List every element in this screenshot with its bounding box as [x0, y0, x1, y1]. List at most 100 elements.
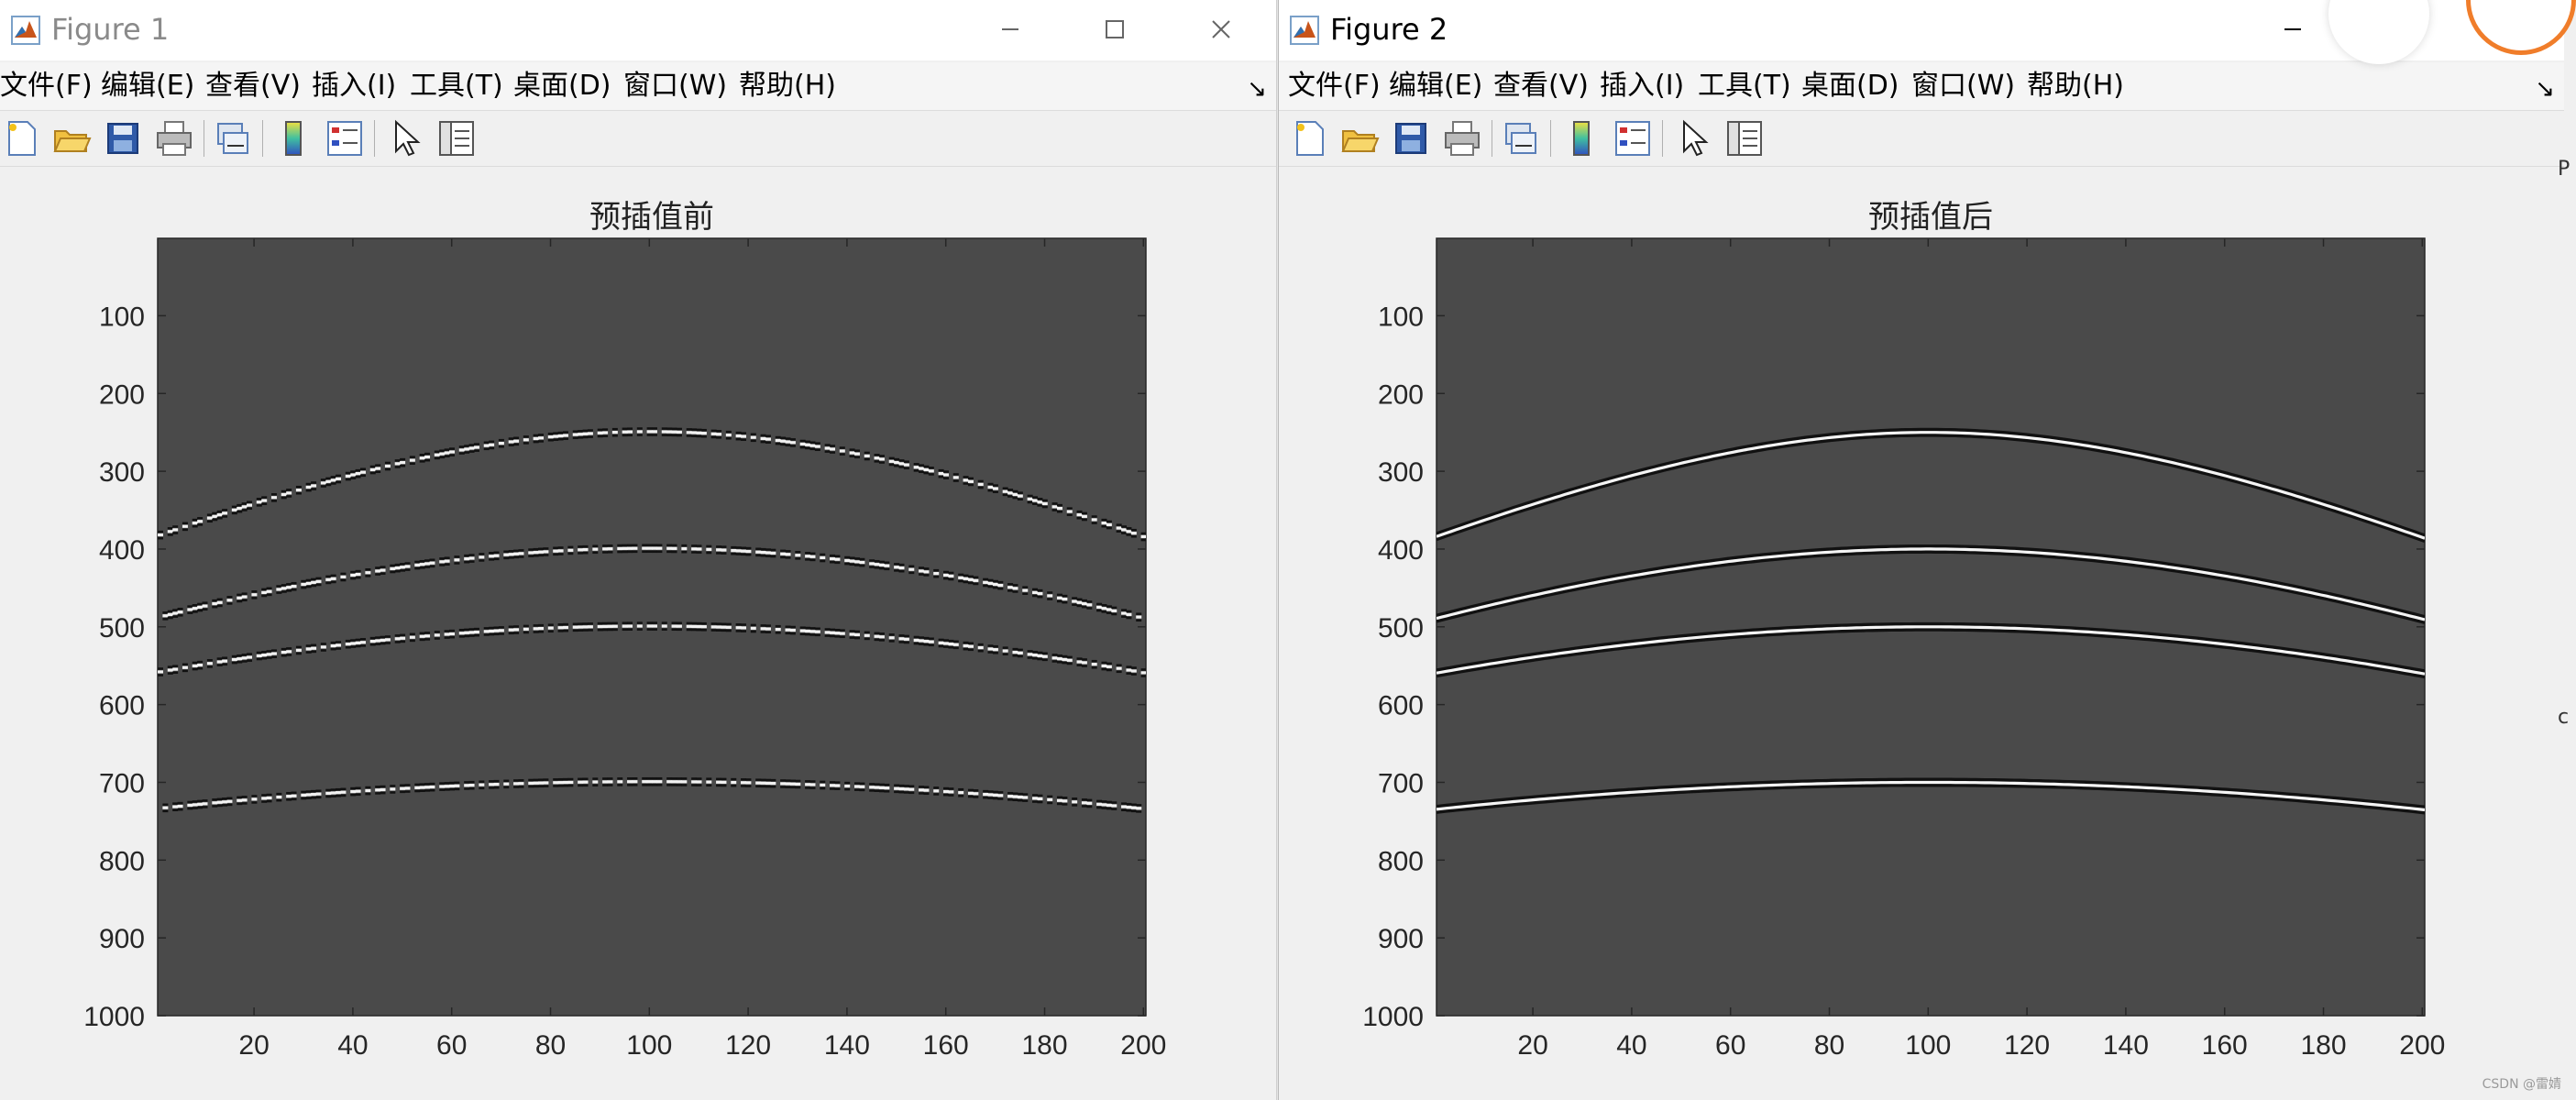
trace-sample-trough: [923, 792, 930, 796]
menu-edit[interactable]: 编辑(E): [101, 70, 194, 103]
trace-sample-trough: [538, 623, 545, 627]
trace-sample-trough: [439, 557, 446, 560]
trace-sample-trough: [671, 622, 677, 624]
trace-sample-trough: [340, 578, 347, 582]
trace-sample-peak: [369, 639, 376, 644]
titlebar[interactable]: Figure 1: [0, 0, 1276, 60]
trace-sample-peak: [286, 491, 292, 495]
trace-sample-peak: [1017, 795, 1023, 799]
minimize-button[interactable]: [983, 6, 1038, 53]
plot-title: 预插值前: [589, 199, 714, 236]
trace-sample-peak: [789, 441, 796, 445]
property-inspector-button[interactable]: [436, 118, 477, 159]
trace-sample-trough: [468, 554, 475, 556]
menu-insert[interactable]: 插入(I): [1600, 70, 1684, 103]
trace-sample-trough: [400, 790, 406, 794]
trace-sample-peak: [557, 549, 564, 553]
menu-view[interactable]: 查看(V): [205, 70, 301, 103]
link-plot-button[interactable]: [213, 118, 253, 159]
seismic-image-plot[interactable]: 预插值后20 40 60 80 100 120 140 160 180 2001002003004…: [1279, 167, 2564, 1100]
trace-sample-peak: [741, 434, 747, 438]
trace-sample-peak: [325, 791, 332, 795]
menu-tools[interactable]: 工具(T): [410, 70, 503, 103]
trace-sample-peak: [202, 604, 208, 608]
link-plot-button[interactable]: [1501, 118, 1541, 159]
trace-sample-peak: [834, 557, 841, 561]
menu-tools[interactable]: 工具(T): [1698, 70, 1791, 103]
trace-sample-trough: [226, 596, 233, 599]
save-button[interactable]: [1391, 118, 1431, 159]
trace-sample-trough: [350, 477, 357, 479]
menu-help[interactable]: 帮助(H): [2027, 70, 2124, 103]
trace-sample-trough: [805, 446, 811, 450]
save-disk-icon: [1395, 123, 1426, 154]
trace-sample-trough: [578, 545, 584, 548]
dock-arrow-icon[interactable]: ↘: [1247, 75, 1267, 103]
trace-sample-trough: [919, 786, 925, 788]
trace-sample-peak: [513, 439, 520, 443]
menu-desktop[interactable]: 桌面(D): [513, 70, 611, 103]
minimize-button[interactable]: [2265, 6, 2320, 53]
insert-colorbar-button[interactable]: [1561, 118, 1602, 159]
trace-sample-trough: [424, 783, 431, 786]
trace-sample-peak: [849, 451, 855, 455]
arrow-cursor-icon: [395, 119, 421, 157]
trace-sample-peak: [1002, 490, 1008, 493]
menu-window[interactable]: 窗口(W): [1911, 70, 2015, 103]
edit-plot-button[interactable]: [1673, 118, 1713, 159]
trace-sample-trough: [696, 628, 702, 632]
new-figure-button[interactable]: [1290, 118, 1330, 159]
menu-view[interactable]: 查看(V): [1493, 70, 1589, 103]
insert-legend-button[interactable]: [1613, 118, 1653, 159]
trace-sample-trough: [745, 546, 752, 550]
trace-sample-trough: [424, 559, 431, 562]
trace-sample-trough: [311, 644, 317, 647]
maximize-button[interactable]: [1087, 6, 1142, 53]
menu-desktop[interactable]: 桌面(D): [1801, 70, 1899, 103]
trace-sample-trough: [281, 584, 287, 587]
menu-window[interactable]: 窗口(W): [623, 70, 727, 103]
trace-sample-trough: [923, 567, 930, 570]
print-button[interactable]: [1442, 118, 1482, 159]
trace-sample-peak: [903, 637, 909, 641]
trace-sample-peak: [602, 431, 609, 434]
menu-insert[interactable]: 插入(I): [312, 70, 396, 103]
y-tick-label: 400: [99, 535, 145, 566]
insert-legend-button[interactable]: [325, 118, 365, 159]
window-title: Figure 1: [51, 12, 170, 47]
trace-sample-peak: [458, 632, 465, 635]
property-inspector-button[interactable]: [1724, 118, 1765, 159]
trace-sample-trough: [414, 789, 421, 793]
trace-sample-trough: [938, 475, 944, 478]
trace-sample-peak: [997, 794, 1004, 798]
seismic-image-plot[interactable]: 预插值前20 40 60 80 100 120 140 160 180 2001002003004…: [0, 167, 1276, 1100]
print-button[interactable]: [154, 118, 194, 159]
trace-sample-peak: [706, 780, 712, 784]
trace-sample-trough: [607, 784, 613, 786]
open-file-button[interactable]: [1339, 118, 1380, 159]
trace-sample-trough: [874, 460, 880, 463]
trace-sample-trough: [557, 546, 564, 549]
new-figure-button[interactable]: [2, 118, 42, 159]
trace-sample-peak: [765, 437, 771, 441]
close-button[interactable]: [1194, 6, 1249, 53]
menu-file[interactable]: 文件(F): [1288, 70, 1381, 103]
trace-sample-trough: [943, 639, 949, 642]
menu-help[interactable]: 帮助(H): [739, 70, 836, 103]
insert-colorbar-button[interactable]: [273, 118, 314, 159]
edit-plot-button[interactable]: [385, 118, 425, 159]
open-file-button[interactable]: [51, 118, 92, 159]
trace-sample-peak: [696, 431, 702, 434]
trace-sample-trough: [1032, 650, 1039, 654]
trace-sample-peak: [414, 563, 421, 567]
menu-edit[interactable]: 编辑(E): [1389, 70, 1482, 103]
trace-sample-trough: [553, 785, 559, 787]
menu-file[interactable]: 文件(F): [0, 70, 93, 103]
trace-sample-trough: [270, 500, 277, 502]
trace-sample-peak: [547, 435, 554, 439]
trace-sample-trough: [1022, 586, 1029, 588]
dock-arrow-icon[interactable]: ↘: [2535, 75, 2555, 103]
trace-sample-trough: [967, 642, 974, 645]
save-button[interactable]: [103, 118, 143, 159]
trace-sample-trough: [503, 779, 510, 783]
